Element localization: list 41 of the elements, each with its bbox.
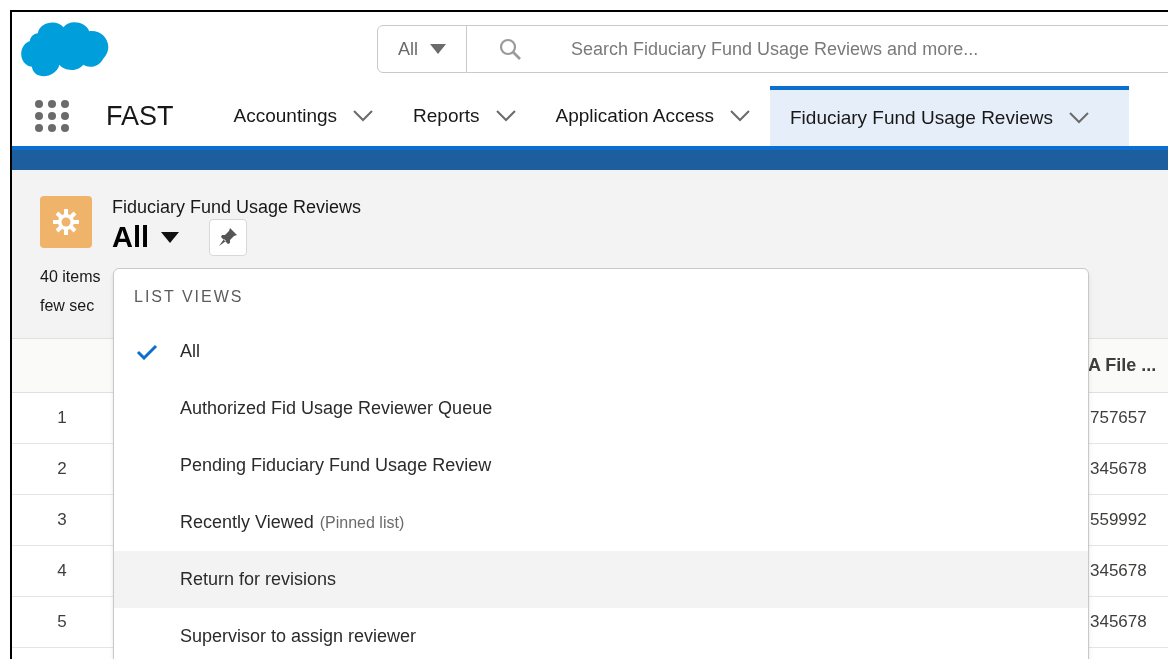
row-number: 4	[57, 560, 67, 583]
updated-time: few sec	[40, 295, 95, 316]
list-view-selector[interactable]: All	[112, 218, 180, 256]
list-view-option[interactable]: Recently Viewed (Pinned list)	[114, 494, 1088, 551]
caret-icon	[429, 44, 446, 54]
item-count: 40 items	[40, 266, 101, 287]
chevron-down-icon	[353, 110, 374, 122]
search-field[interactable]: Search Fiduciary Fund Usage Reviews and more...	[466, 25, 1168, 73]
search-scope-dropdown[interactable]: All	[376, 25, 467, 73]
row-number: 2	[57, 458, 67, 481]
search-icon	[498, 38, 521, 60]
list-view-option[interactable]: Pending Fiduciary Fund Usage Review	[114, 437, 1088, 494]
list-view-option[interactable]: Authorized Fid Usage Reviewer Queue	[114, 380, 1088, 437]
menu-heading: LIST VIEWS	[134, 287, 244, 307]
table-cell: 345678	[1090, 612, 1147, 632]
nav-tab[interactable]: Fiduciary Fund Usage Reviews	[770, 86, 1129, 146]
table-cell: 757657	[1090, 408, 1147, 428]
pin-icon	[218, 227, 239, 247]
pin-button[interactable]	[209, 218, 248, 256]
caret-icon	[161, 231, 180, 243]
list-view-option[interactable]: All	[114, 323, 1088, 380]
object-icon	[40, 196, 92, 248]
object-title: Fiduciary Fund Usage Reviews	[112, 196, 362, 219]
list-view-option[interactable]: Return for revisions	[114, 551, 1088, 608]
app-name: FAST	[106, 99, 174, 133]
table-cell: 345678	[1090, 459, 1147, 479]
app-launcher-icon[interactable]	[34, 99, 70, 133]
chevron-down-icon	[495, 110, 516, 122]
nav-tab[interactable]: Application Access	[535, 86, 770, 146]
list-note: (Pinned list)	[319, 512, 405, 533]
nav-tab[interactable]: Accountings	[213, 86, 394, 146]
table-cell: 559992	[1090, 510, 1147, 530]
column-header[interactable]: A File ...	[1088, 355, 1157, 375]
chevron-down-icon	[730, 110, 750, 122]
row-number: 3	[57, 509, 67, 532]
table-cell: 345678	[1090, 561, 1147, 581]
row-number: 5	[57, 611, 67, 634]
chevron-down-icon	[1068, 112, 1089, 124]
nav-tab[interactable]: Reports	[393, 86, 536, 146]
list-view-option[interactable]: Supervisor to assign reviewer	[114, 608, 1088, 659]
row-number: 1	[57, 407, 67, 430]
